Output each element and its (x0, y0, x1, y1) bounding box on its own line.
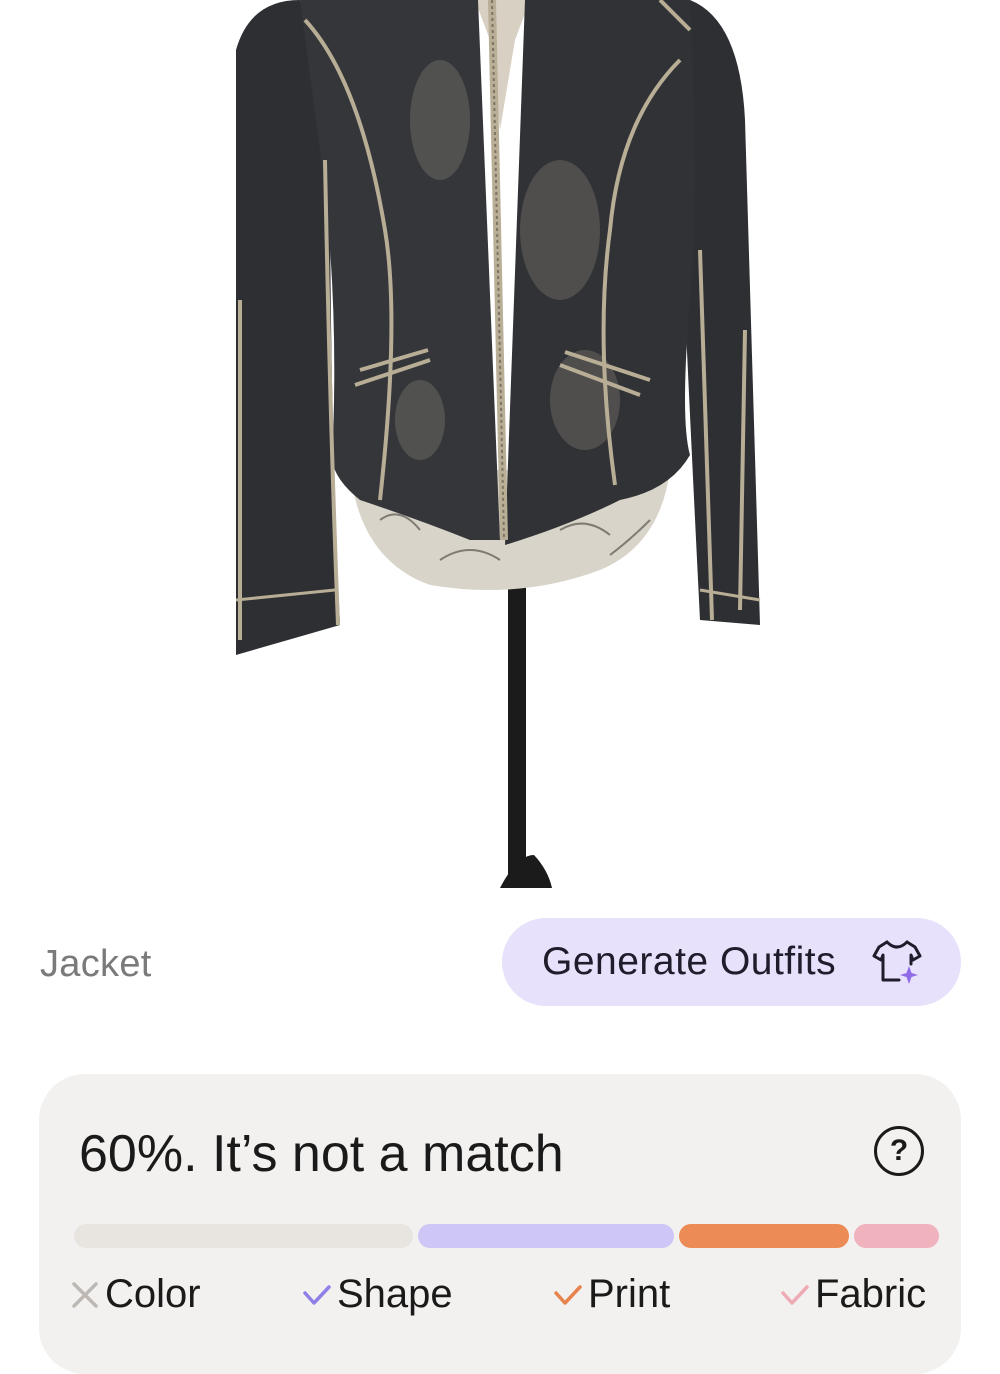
attribute-fabric: Fabric (779, 1272, 926, 1317)
check-icon (303, 1284, 331, 1305)
check-icon (781, 1284, 809, 1305)
attribute-color: Color (69, 1272, 201, 1317)
generate-outfits-button[interactable]: Generate Outfits (502, 918, 961, 1006)
shirt-sparkle-icon (872, 940, 922, 984)
item-type-label: Jacket (40, 943, 152, 985)
attribute-label: Shape (337, 1272, 453, 1316)
attribute-print: Print (552, 1272, 670, 1317)
attribute-label: Fabric (815, 1272, 927, 1316)
match-title: 60%. It’s not a match (79, 1125, 564, 1183)
generate-outfits-label: Generate Outfits (542, 940, 837, 983)
attribute-label: Print (588, 1272, 671, 1316)
product-photo (0, 0, 1000, 890)
shape-score-bar (418, 1224, 674, 1248)
attribute-shape: Shape (301, 1272, 453, 1317)
fabric-score-bar (854, 1224, 939, 1248)
color-score-bar (74, 1224, 413, 1248)
jacket-image (235, 0, 761, 888)
check-icon (554, 1284, 582, 1305)
match-card: 60%. It’s not a match ? Color Shape Prin… (39, 1074, 961, 1374)
help-icon[interactable]: ? (874, 1126, 924, 1176)
attribute-label: Color (105, 1272, 201, 1316)
print-score-bar (679, 1224, 849, 1248)
cross-icon (72, 1281, 98, 1308)
